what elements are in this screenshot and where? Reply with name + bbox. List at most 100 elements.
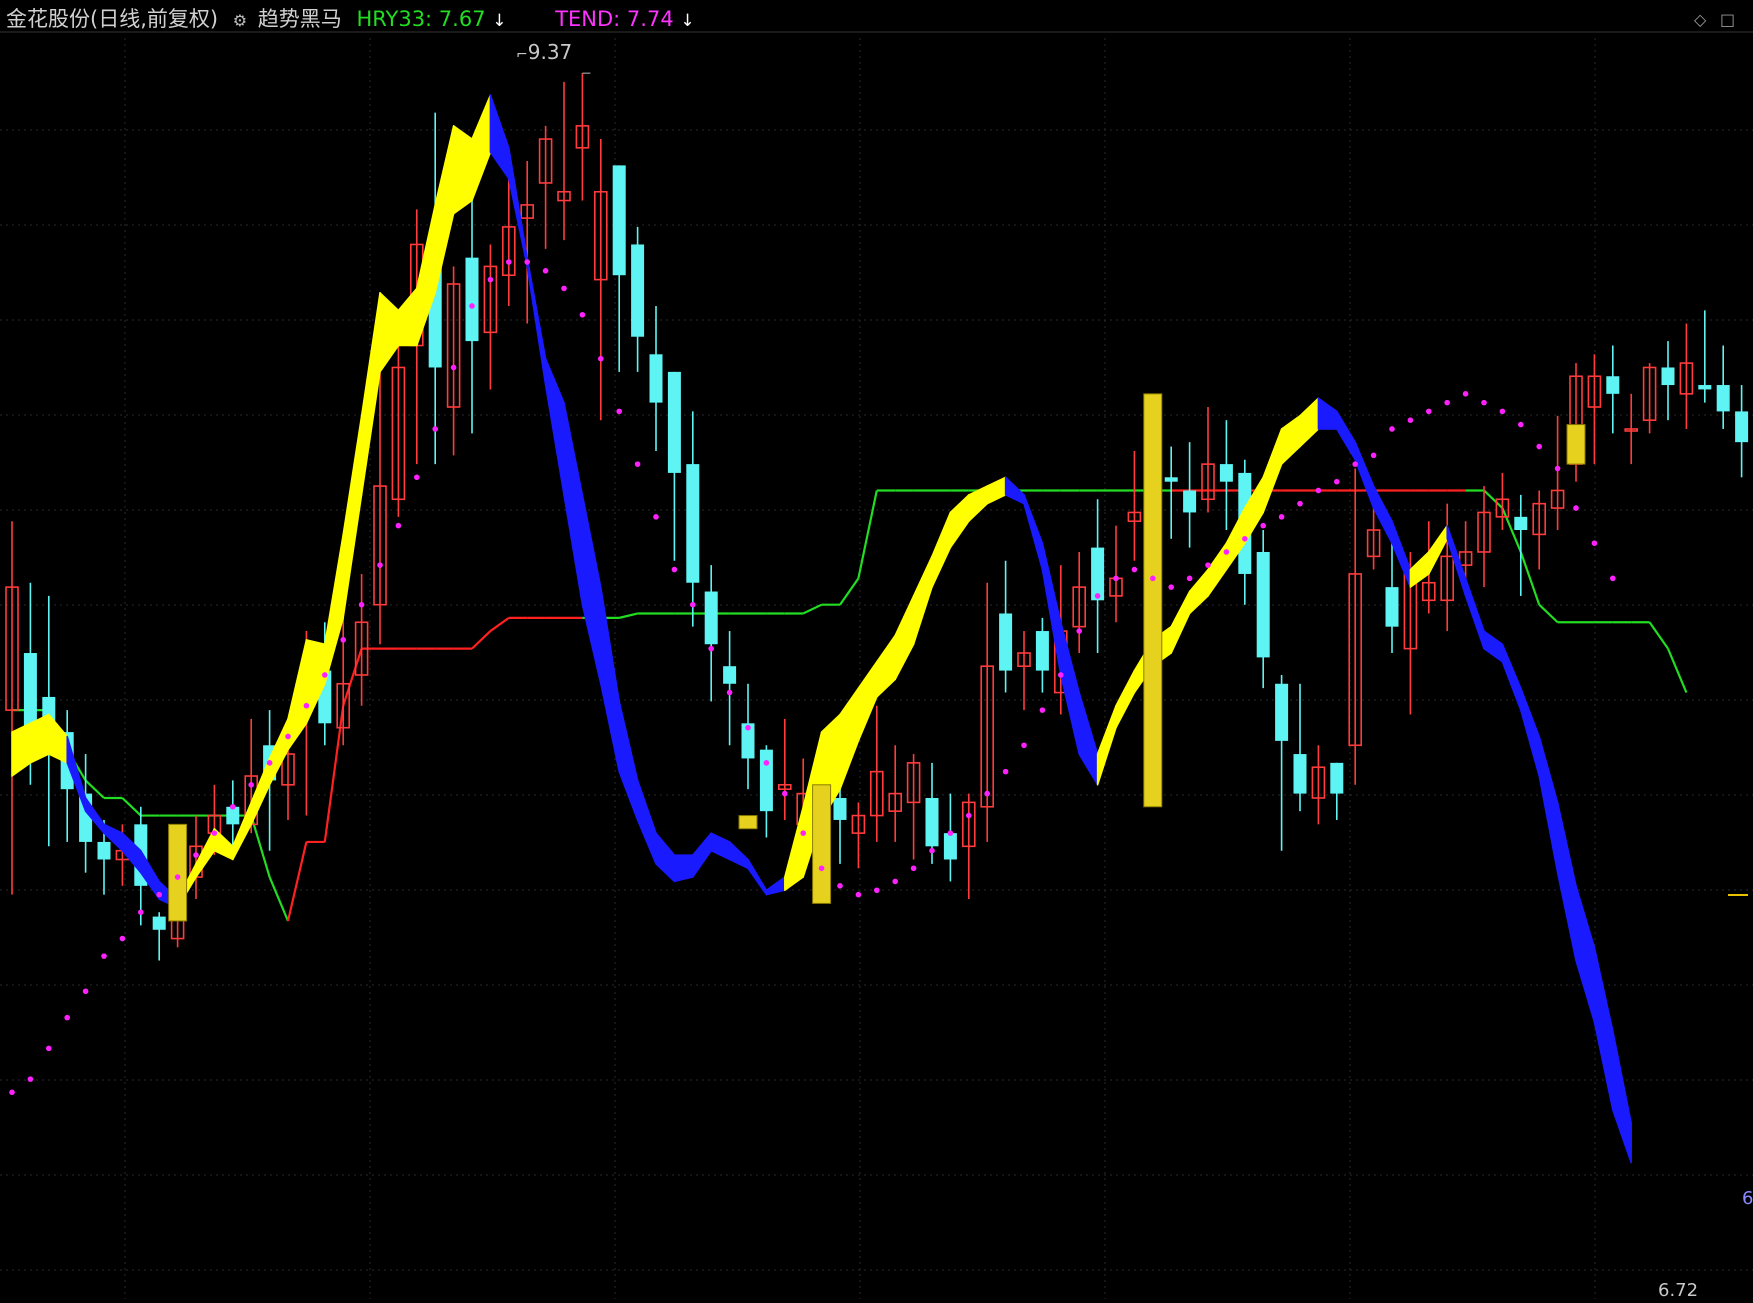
candle-body — [704, 591, 718, 645]
trend-band-segment — [563, 401, 584, 606]
window-maximize-icon[interactable]: □ — [1720, 10, 1735, 29]
candle-body — [1091, 547, 1105, 601]
trend-band-segment — [452, 125, 473, 215]
sar-dot — [358, 601, 365, 608]
sar-dot — [561, 285, 567, 292]
sar-dot — [984, 790, 990, 797]
sar-dot — [1352, 461, 1358, 467]
trend-band-segment — [342, 415, 363, 619]
candle-body — [1164, 477, 1178, 482]
trend-band-segment — [1446, 524, 1467, 597]
sar-dot — [414, 474, 420, 481]
sar-dot — [1462, 391, 1469, 397]
candle-body — [1035, 631, 1049, 671]
sar-dot — [1315, 487, 1322, 494]
sar-dot — [27, 1076, 34, 1082]
sar-dot — [211, 830, 218, 836]
sar-dot — [745, 724, 751, 731]
sar-dot — [579, 311, 586, 318]
sar-dot — [487, 276, 494, 283]
sar-dot — [1370, 452, 1377, 459]
right-edge-price-label: 6 — [1742, 1188, 1753, 1209]
stop-line-segment — [323, 705, 345, 843]
sar-dot — [1407, 417, 1414, 423]
trend-band-segment — [692, 832, 712, 878]
sar-dot — [1499, 408, 1506, 415]
sar-dot — [1389, 426, 1395, 432]
trend-band-segment — [1188, 568, 1209, 615]
trend-band-segment — [765, 876, 786, 896]
trend-band-segment — [1060, 621, 1080, 755]
sar-dot — [230, 803, 236, 810]
sar-dot — [64, 1014, 70, 1021]
sar-dot — [616, 408, 622, 415]
trend-band-segment — [29, 713, 50, 764]
signal-bar — [168, 823, 188, 922]
candle-body — [1698, 385, 1712, 390]
stop-line-segment — [1666, 648, 1688, 693]
trend-band-segment — [1317, 397, 1338, 430]
sar-dot — [1444, 399, 1450, 406]
trend-band-segment — [508, 147, 528, 268]
candle-body — [999, 613, 1013, 671]
sar-dot — [1536, 443, 1542, 450]
sar-dot — [837, 883, 843, 889]
stop-line-segment — [489, 616, 510, 632]
signal-bar — [812, 784, 832, 904]
sar-dot — [634, 461, 641, 467]
trend-band-segment — [1464, 577, 1485, 650]
sar-dot — [1039, 707, 1046, 713]
sar-dot — [818, 865, 825, 872]
sar-dot — [966, 812, 972, 819]
signal-bar — [738, 815, 758, 830]
sar-dot — [156, 891, 162, 898]
sar-dot — [82, 988, 89, 995]
chart-header: 金花股份(日线,前复权) ⚙ 趋势黑马 HRY33: 7.67 ↓ TEND: … — [6, 6, 695, 32]
sar-dot — [1591, 540, 1598, 546]
trend-band-segment — [1483, 630, 1504, 663]
diamond-icon[interactable]: ◇ — [1694, 10, 1706, 29]
trend-band-segment — [747, 858, 768, 896]
trend-band-segment — [379, 292, 400, 373]
stop-line-segment — [342, 648, 363, 707]
signal-bar — [1566, 424, 1586, 465]
trend-band-segment — [1409, 551, 1430, 588]
sar-dot — [1610, 575, 1616, 582]
trend-band-segment — [600, 586, 620, 773]
trend-band-segment — [471, 94, 492, 202]
settings-icon[interactable]: ⚙ — [233, 8, 247, 34]
sar-dot — [1573, 505, 1579, 511]
sar-dot — [1260, 522, 1266, 529]
sar-dot — [800, 830, 806, 836]
trend-band-segment — [1023, 494, 1044, 571]
candle-body — [686, 464, 700, 583]
candle-body — [23, 653, 37, 728]
trend-band-segment — [986, 476, 1007, 505]
sar-dot — [726, 689, 733, 696]
sar-dot — [929, 847, 935, 854]
trend-band-segment — [11, 722, 32, 777]
stop-line-segment — [1648, 621, 1669, 650]
trend-band-segment — [912, 555, 933, 645]
trend-band-segment — [1336, 410, 1356, 461]
sar-dot — [322, 672, 328, 678]
trend-band-segment — [673, 854, 694, 883]
trend-band-segment — [876, 634, 896, 698]
sar-dot — [138, 909, 144, 916]
high-price-marker: ⌐9.37 — [516, 40, 572, 64]
trend-band-segment — [618, 700, 639, 821]
candle-body — [1219, 464, 1233, 482]
trend-band-segment — [839, 687, 860, 790]
tend-value-label: TEND: 7.74 — [555, 7, 674, 31]
candle-body — [667, 371, 681, 473]
hry-value-label: HRY33: 7.67 — [356, 7, 486, 31]
sar-dot — [1518, 421, 1524, 428]
trend-band-segment — [1096, 704, 1117, 786]
stop-line-segment — [618, 612, 638, 619]
sar-dot — [46, 1045, 52, 1052]
trend-band-segment — [1556, 801, 1577, 962]
low-price-label: 6.72 — [1658, 1280, 1699, 1301]
sar-dot — [671, 566, 678, 573]
trend-band-segment — [1115, 669, 1136, 729]
sar-dot — [598, 355, 604, 362]
